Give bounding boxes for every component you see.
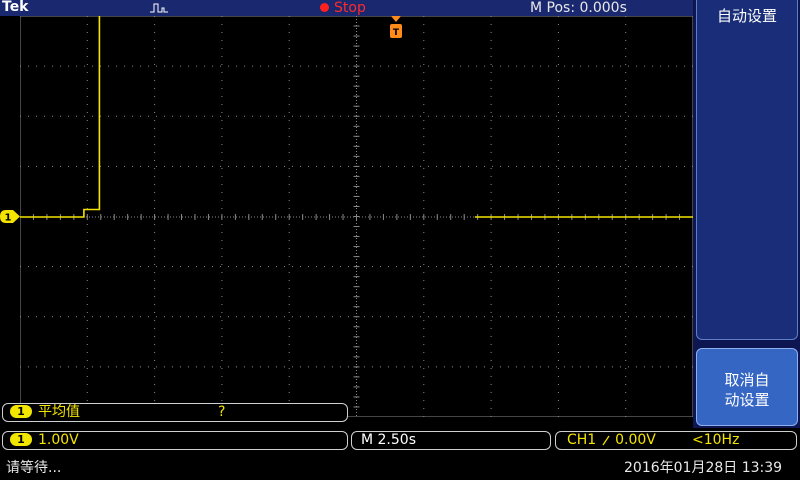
menu-title: 自动设置 (696, 0, 798, 340)
rising-edge-icon (602, 435, 610, 445)
trigger-source: CH1 (567, 432, 597, 448)
timebase-readout[interactable]: M 2.50s (351, 431, 551, 450)
trigger-frequency: <10Hz (692, 432, 740, 448)
stop-indicator-icon (320, 3, 329, 12)
soft-menu-panel: 自动设置 取消自 动设置 (693, 0, 800, 428)
measurement-channel-badge: 1 (10, 404, 32, 418)
horizontal-position-readout: M Pos: 0.000s (530, 0, 627, 16)
measurement-value: ? (218, 404, 226, 420)
undo-autoset-label-line1: 取消自 (724, 371, 770, 389)
channel-badge: 1 (10, 432, 32, 446)
date-time: 2016年01月28日 13:39 (624, 460, 783, 476)
undo-autoset-label-line2: 动设置 (724, 391, 770, 409)
channel-scale-readout[interactable]: 1 1.00V (2, 431, 348, 450)
svg-text:T: T (393, 28, 400, 38)
brand-logo: Tek (2, 0, 29, 15)
acquisition-mode-icon (150, 3, 168, 13)
svg-text:1: 1 (5, 213, 12, 224)
trigger-level: 0.00V (615, 432, 656, 448)
trigger-readout[interactable]: CH1 0.00V <10Hz (555, 431, 797, 450)
channel-scale: 1.00V (38, 432, 79, 448)
undo-autoset-button[interactable]: 取消自 动设置 (696, 348, 798, 426)
acquisition-state: Stop (334, 0, 366, 16)
timebase-scale: M 2.50s (361, 432, 416, 448)
measurement-readout[interactable]: 1 平均值 ? (2, 403, 348, 422)
status-message: 请等待... (6, 460, 62, 476)
measurement-label: 平均值 (38, 404, 80, 420)
ch1-ground-marker[interactable]: 1 (0, 210, 20, 223)
trigger-position-marker: T (390, 16, 402, 38)
ch1-waveform (20, 16, 101, 218)
waveform-display: T (20, 16, 693, 417)
